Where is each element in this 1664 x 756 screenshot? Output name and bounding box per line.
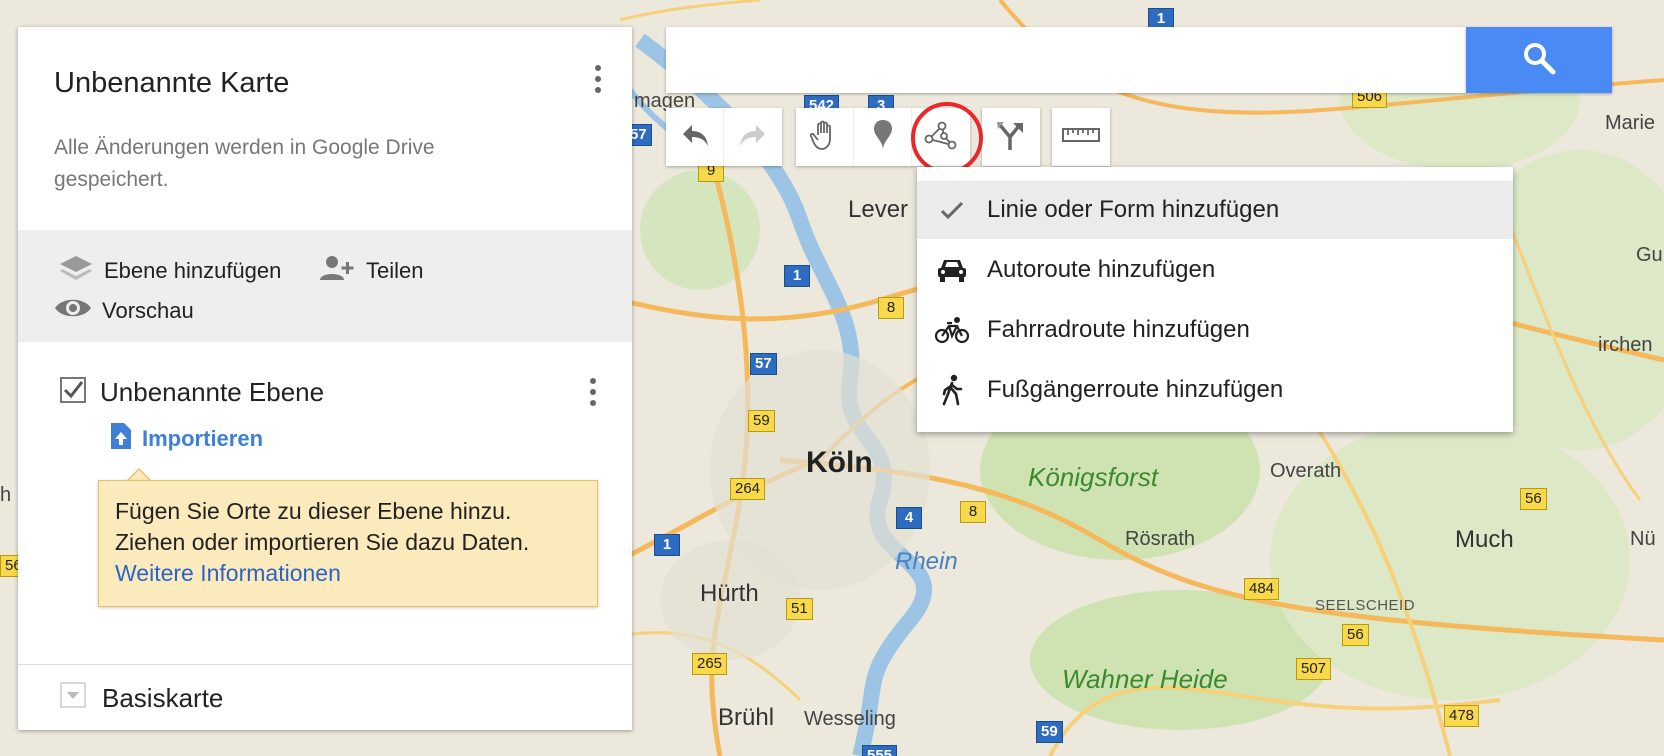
road-shield: 57: [750, 353, 777, 375]
road-shield: 56: [1342, 624, 1369, 646]
section-divider: [18, 664, 632, 665]
draw-mode-menu: Linie oder Form hinzufügen Autoroute hin…: [917, 167, 1513, 432]
add-layer-label: Ebene hinzufügen: [104, 258, 282, 283]
share-label: Teilen: [366, 258, 424, 283]
place-overath: Overath: [1270, 460, 1342, 482]
menu-item-label: Fußgängerroute hinzufügen: [987, 376, 1284, 403]
learn-more-link[interactable]: Weitere Informationen: [115, 560, 341, 586]
import-label: Importieren: [142, 426, 264, 451]
menu-item-walking-route[interactable]: Fußgängerroute hinzufügen: [917, 361, 1513, 419]
directions-icon: [996, 119, 1026, 156]
place-wahner-heide: Wahner Heide: [1062, 664, 1228, 694]
map-actions-bar: Ebene hinzufügen Teilen Vorschau: [18, 230, 632, 342]
place-bruehl: Brühl: [718, 704, 775, 731]
layers-panel: Unbenannte Karte Alle Änderungen werden …: [18, 27, 632, 730]
undo-icon: [680, 122, 710, 153]
road-shield: 59: [748, 410, 775, 432]
bicycle-icon: [917, 316, 977, 344]
menu-item-car-route[interactable]: Autoroute hinzufügen: [917, 241, 1513, 299]
add-person-icon: [318, 254, 356, 288]
road-shield: 484: [1244, 578, 1280, 600]
menu-item-label: Fahrradroute hinzufügen: [987, 316, 1250, 343]
add-marker-button[interactable]: [854, 108, 912, 166]
road-shield: 555: [862, 745, 898, 756]
save-status-text: Alle Änderungen werden in Google Drive g…: [54, 136, 435, 191]
marker-icon: [873, 119, 893, 156]
add-directions-button[interactable]: [982, 108, 1040, 166]
road-shield: 507: [1296, 658, 1332, 680]
place-h: h: [0, 484, 12, 506]
add-layer-button[interactable]: Ebene hinzufügen: [58, 254, 281, 288]
select-tool-button[interactable]: [796, 108, 854, 166]
layer-options-icon[interactable]: [583, 374, 603, 414]
redo-button[interactable]: [724, 108, 782, 166]
upload-file-icon: [110, 422, 132, 456]
highlight-circle: [911, 102, 983, 174]
road-shield: 8: [960, 501, 986, 523]
search-icon: [1522, 41, 1556, 80]
search-button[interactable]: [1466, 27, 1612, 93]
ruler-icon: [1062, 125, 1100, 150]
basemap-section[interactable]: Basiskarte: [60, 682, 223, 715]
layer-visibility-checkbox[interactable]: [60, 377, 86, 408]
layers-icon: [58, 254, 94, 288]
road-shield: 265: [692, 653, 728, 675]
redo-icon: [738, 122, 768, 153]
road-shield: 478: [1444, 705, 1480, 727]
layer-title[interactable]: Unbenannte Ebene: [100, 377, 324, 408]
road-shield: 56: [1520, 488, 1547, 510]
import-button[interactable]: Importieren: [110, 422, 263, 456]
measure-button[interactable]: [1052, 108, 1110, 166]
place-huerth: Hürth: [700, 580, 759, 607]
walking-icon: [917, 374, 977, 406]
preview-button[interactable]: Vorschau: [54, 294, 194, 328]
road-shield: 1: [784, 265, 810, 287]
chevron-down-icon[interactable]: [60, 682, 86, 715]
road-shield: 1: [654, 534, 680, 556]
car-icon: [917, 257, 977, 283]
directions-group: [982, 108, 1040, 166]
menu-item-label: Linie oder Form hinzufügen: [987, 196, 1280, 223]
road-shield: 4: [896, 507, 922, 529]
layer-hint-tooltip: Fügen Sie Orte zu dieser Ebene hinzu. Zi…: [98, 480, 598, 607]
eye-icon: [54, 294, 92, 328]
place-irchen: irchen: [1598, 334, 1653, 356]
undo-redo-group: [666, 108, 782, 166]
place-koenigsforst: Königsforst: [1028, 462, 1159, 492]
place-koeln: Köln: [806, 446, 873, 479]
share-button[interactable]: Teilen: [318, 254, 423, 288]
basemap-label: Basiskarte: [102, 683, 224, 713]
place-wesseling: Wesseling: [804, 708, 896, 730]
road-shield: 51: [786, 598, 813, 620]
more-options-icon[interactable]: [588, 61, 608, 101]
place-roesrath: Rösrath: [1125, 528, 1196, 550]
menu-item-line-shape[interactable]: Linie oder Form hinzufügen: [917, 181, 1513, 239]
menu-item-label: Autoroute hinzufügen: [987, 256, 1216, 283]
measure-group: [1052, 108, 1110, 166]
undo-button[interactable]: [666, 108, 724, 166]
place-lever: Lever: [848, 196, 909, 223]
search-input[interactable]: [666, 27, 1466, 93]
menu-item-bike-route[interactable]: Fahrradroute hinzufügen: [917, 301, 1513, 359]
road-shield: 59: [1036, 721, 1063, 743]
road-shield: 264: [730, 478, 766, 500]
place-nu: Nü: [1630, 528, 1656, 550]
map-title[interactable]: Unbenannte Karte: [54, 67, 289, 100]
place-gu: Gu: [1636, 244, 1663, 266]
place-rhein: Rhein: [895, 548, 958, 575]
road-shield: 8: [878, 297, 904, 319]
place-marie: Marie: [1605, 112, 1656, 134]
place-seelscheid: SEELSCHEID: [1315, 597, 1416, 614]
tooltip-text: Fügen Sie Orte zu dieser Ebene hinzu. Zi…: [115, 498, 530, 555]
layer-header: Unbenannte Ebene: [60, 377, 324, 408]
preview-label: Vorschau: [102, 298, 194, 323]
place-much: Much: [1455, 526, 1514, 553]
checkmark-icon: [917, 200, 977, 220]
hand-icon: [809, 119, 840, 156]
